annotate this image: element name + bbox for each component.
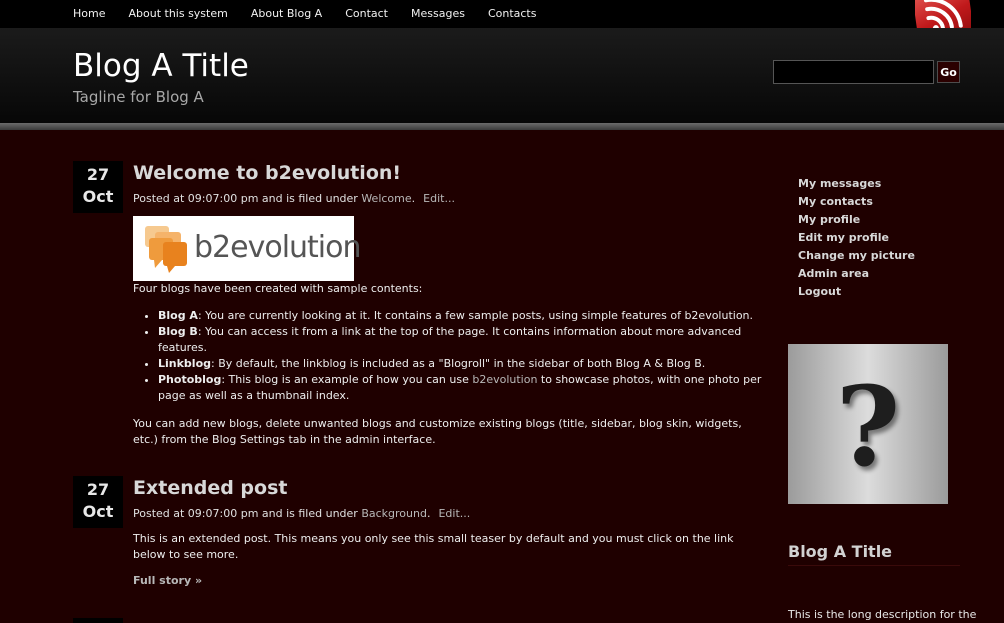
post-meta-text: Posted at 09:07:00 pm and is filed under [133,507,362,520]
post-welcome: 27 Oct Welcome to b2evolution! Posted at… [73,161,763,446]
b2evolution-link[interactable]: b2evolution [472,373,537,386]
post-intro: Four blogs have been created with sample… [133,282,423,295]
post-date: 27 Oct [73,476,123,528]
avatar[interactable]: ? [788,344,948,504]
search-go-button[interactable]: Go [937,61,960,83]
post-title[interactable]: Welcome to b2evolution! [133,162,401,184]
post-meta-suffix: . [411,192,416,205]
post-category-link[interactable]: Background [361,507,427,520]
nav-about-system-link[interactable]: About this system [128,0,227,28]
search-input[interactable] [773,60,934,84]
list-item-text: : This blog is an example of how you can… [221,373,473,386]
site-title[interactable]: Blog A Title [73,48,249,84]
nav-home-link[interactable]: Home [73,0,105,28]
list-item: Blog A: You are currently looking at it.… [158,308,763,324]
list-item-name: Linkblog [158,357,212,370]
header-divider [0,123,1004,130]
list-item-text: : You are currently looking at it. It co… [197,309,754,322]
sidebar-item-admin-area[interactable]: Admin area [798,267,915,285]
list-item-name: Blog A [158,309,198,322]
list-item: Photoblog: This blog is an example of ho… [158,372,763,404]
post-date [73,618,123,623]
sidebar-user-links: My messages My contacts My profile Edit … [798,177,915,303]
sidebar-blog-description: This is the long description for the [788,608,977,621]
sidebar-item-my-profile[interactable]: My profile [798,213,915,231]
full-story-link[interactable]: Full story » [133,573,763,589]
list-item-text: : You can access it from a link at the t… [158,325,742,354]
post-date-month: Oct [82,187,114,206]
list-item: Linkblog: By default, the linkblog is in… [158,356,763,372]
site-tagline: Tagline for Blog A [73,88,204,106]
post-date-month: Oct [82,502,114,521]
list-item-name: Blog B [158,325,198,338]
sidebar-item-edit-profile[interactable]: Edit my profile [798,231,915,249]
post-date-day: 27 [86,165,110,184]
post-meta: Posted at 09:07:00 pm and is filed under… [133,192,455,205]
list-item-text: : By default, the linkblog is included a… [211,357,706,370]
post-outro: You can add new blogs, delete unwanted b… [133,417,742,446]
post-date: 27 Oct [73,161,123,213]
post-meta-suffix: . [426,507,431,520]
post-edit-link[interactable]: Edit... [438,507,470,520]
question-mark-avatar-icon: ? [835,362,901,491]
post-body: This is an extended post. This means you… [133,531,763,589]
post-meta: Posted at 09:07:00 pm and is filed under… [133,507,470,520]
logo-text: b2evolution [194,230,362,265]
post-title[interactable]: Extended post [133,477,287,499]
speech-bubbles-icon [145,226,187,273]
list-item: Blog B: You can access it from a link at… [158,324,763,356]
list-item-name: Photoblog [158,373,222,386]
nav-contacts-link[interactable]: Contacts [488,0,537,28]
site-header: Blog A Title Tagline for Blog A Go [0,28,1004,123]
post-category-link[interactable]: Welcome [361,192,411,205]
blog-list: Blog A: You are currently looking at it.… [158,308,763,404]
sidebar-item-my-contacts[interactable]: My contacts [798,195,915,213]
sidebar-blog-title: Blog A Title [788,542,893,561]
sidebar-divider [788,565,960,566]
nav-about-blog-link[interactable]: About Blog A [251,0,322,28]
post-date-day: 27 [86,480,110,499]
top-navigation: Home About this system About Blog A Cont… [0,0,1004,28]
sidebar-item-change-picture[interactable]: Change my picture [798,249,915,267]
sidebar-item-logout[interactable]: Logout [798,285,915,303]
post-teaser: This is an extended post. This means you… [133,532,734,561]
post-meta-text: Posted at 09:07:00 pm and is filed under [133,192,362,205]
b2evolution-logo: b2evolution [133,216,362,281]
post-edit-link[interactable]: Edit... [423,192,455,205]
post-body: Four blogs have been created with sample… [133,281,763,448]
post-extended: 27 Oct Extended post Posted at 09:07:00 … [73,476,763,587]
sidebar-item-my-messages[interactable]: My messages [798,177,915,195]
nav-contact-link[interactable]: Contact [345,0,388,28]
nav-messages-link[interactable]: Messages [411,0,465,28]
